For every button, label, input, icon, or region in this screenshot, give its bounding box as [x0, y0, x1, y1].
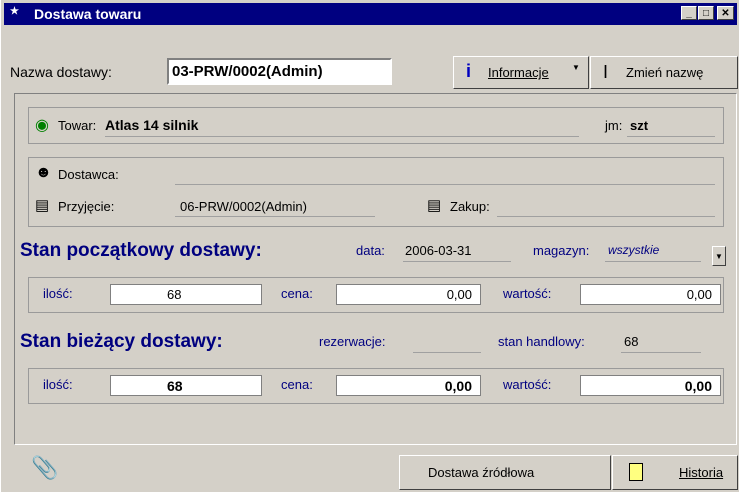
receipt-value[interactable]: 06-PRW/0002(Admin)	[180, 199, 307, 214]
initial-price-value: 0,00	[446, 287, 472, 302]
initial-qty-label: ilość:	[43, 286, 73, 301]
product-underline	[105, 136, 579, 137]
warehouse-value[interactable]: wszystkie	[608, 243, 659, 257]
current-state-heading: Stan bieżący dostawy:	[20, 331, 223, 352]
app-icon: ★	[10, 6, 19, 17]
warehouse-dropdown-button[interactable]: ▼	[712, 246, 726, 266]
paperclip-icon[interactable]: 📎	[31, 455, 58, 481]
reservation-underline	[413, 352, 481, 353]
unit-value: szt	[630, 118, 649, 133]
trade-stock-label: stan handlowy:	[498, 334, 585, 349]
initial-price-label: cena:	[281, 286, 313, 301]
dropdown-arrow-icon: ▼	[572, 63, 580, 72]
purchase-document-icon: ▤	[427, 197, 442, 214]
initial-state-heading: Stan początkowy dostawy:	[20, 240, 262, 261]
source-delivery-button[interactable]: Dostawa źródłowa	[399, 455, 611, 490]
trade-stock-underline	[621, 352, 701, 353]
history-icon	[629, 463, 643, 481]
maximize-button[interactable]: □	[698, 6, 714, 20]
source-delivery-label: Dostawa źródłowa	[428, 465, 535, 480]
initial-date-value: 2006-03-31	[405, 243, 472, 258]
minimize-button[interactable]: _	[681, 6, 697, 20]
window-title: Dostawa towaru	[34, 6, 142, 22]
initial-qty-value: 68	[167, 287, 182, 302]
current-price-field: 0,00	[336, 375, 481, 396]
text-cursor-icon: I	[603, 62, 609, 82]
product-label: Towar:	[58, 118, 97, 133]
current-worth-field: 0,00	[580, 375, 721, 396]
close-icon: ✕	[721, 8, 730, 19]
product-box: ◉ Towar: Atlas 14 silnik jm: szt	[28, 107, 724, 144]
unit-label: jm:	[605, 118, 623, 133]
receipt-label: Przyjęcie:	[58, 199, 115, 214]
receipt-document-icon: ▤	[35, 197, 50, 214]
initial-qty-field: 68	[110, 284, 262, 305]
unit-underline	[627, 136, 715, 137]
receipt-underline	[175, 216, 375, 217]
initial-worth-label: wartość:	[503, 286, 552, 301]
history-label: Historia	[679, 465, 724, 480]
dropdown-arrow-icon: ▼	[715, 252, 723, 261]
current-worth-label: wartość:	[503, 377, 552, 392]
initial-price-field: 0,00	[336, 284, 481, 305]
current-price-label: cena:	[281, 377, 313, 392]
dialog-window: ★ Dostawa towaru _ □ ✕ Nazwa dostawy: 03…	[0, 0, 739, 492]
history-button[interactable]: Historia	[612, 455, 738, 490]
info-icon: i	[466, 61, 472, 81]
minimize-icon: _	[686, 8, 692, 19]
initial-worth-value: 0,00	[686, 287, 712, 302]
purchase-underline	[497, 216, 715, 217]
purchase-label: Zakup:	[450, 199, 490, 214]
current-values-box: ilość: 68 cena: 0,00 wartość: 0,00	[28, 368, 724, 404]
content-panel: ◉ Towar: Atlas 14 silnik jm: szt ☻ Dosta…	[14, 93, 737, 445]
trade-stock-value: 68	[624, 334, 639, 349]
name-label: Nazwa dostawy:	[10, 64, 112, 80]
maximize-icon: □	[702, 8, 710, 19]
rename-button[interactable]: I Zmień nazwę	[590, 56, 738, 89]
warehouse-label: magazyn:	[533, 243, 590, 258]
name-input[interactable]: 03-PRW/0002(Admin)	[167, 58, 392, 85]
product-icon: ◉	[35, 117, 49, 134]
initial-date-label: data:	[356, 243, 385, 258]
current-qty-value: 68	[167, 378, 183, 394]
initial-date-underline	[403, 261, 511, 262]
current-price-value: 0,00	[444, 378, 472, 394]
reservation-label: rezerwacje:	[319, 334, 386, 349]
current-qty-label: ilość:	[43, 377, 73, 392]
title-bar[interactable]: ★ Dostawa towaru _ □ ✕	[4, 3, 737, 25]
current-worth-value: 0,00	[684, 378, 712, 394]
rename-button-label: Zmień nazwę	[626, 65, 704, 80]
initial-values-box: ilość: 68 cena: 0,00 wartość: 0,00	[28, 277, 724, 313]
close-button[interactable]: ✕	[717, 6, 734, 20]
person-icon: ☻	[35, 164, 52, 181]
name-input-value: 03-PRW/0002(Admin)	[172, 63, 323, 80]
product-value: Atlas 14 silnik	[105, 117, 199, 133]
supplier-underline	[175, 184, 715, 185]
info-button[interactable]: i Informacje ▼	[453, 56, 589, 89]
info-button-label: Informacje	[488, 65, 549, 80]
supplier-label: Dostawca:	[58, 167, 119, 182]
warehouse-underline	[605, 261, 701, 262]
supplier-box: ☻ Dostawca: ▤ Przyjęcie: 06-PRW/0002(Adm…	[28, 157, 724, 227]
initial-worth-field: 0,00	[580, 284, 721, 305]
current-qty-field: 68	[110, 375, 262, 396]
